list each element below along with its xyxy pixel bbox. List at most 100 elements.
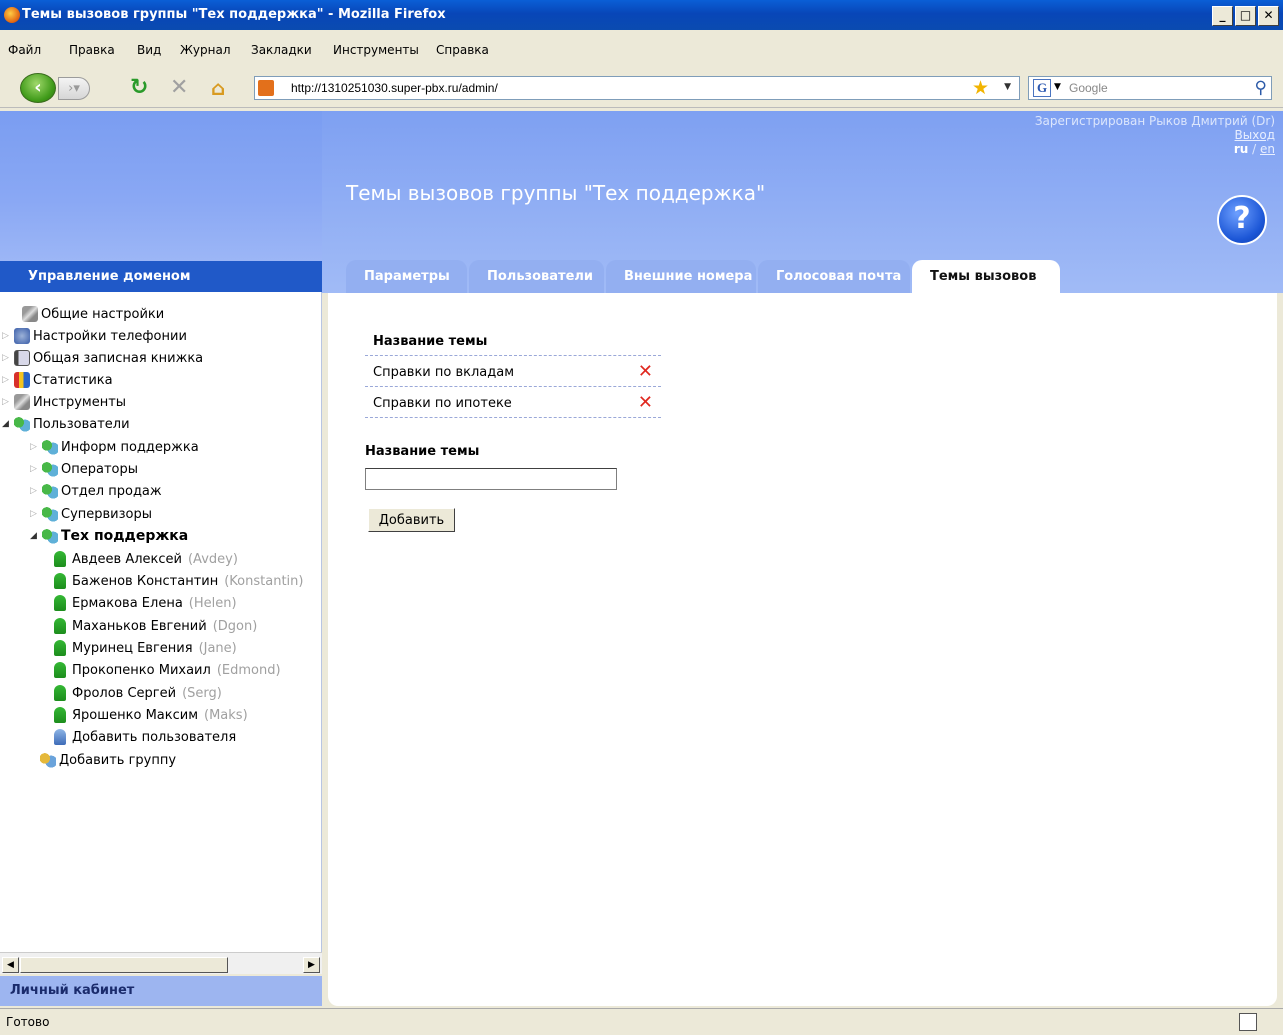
user-icon — [54, 573, 66, 589]
bookmark-star-icon[interactable]: ★ — [972, 77, 989, 99]
menu-edit[interactable]: Правка — [69, 43, 115, 57]
sidebar-tree: Общие настройки ▷ Настройки телефонии ▷ Об… — [0, 292, 322, 952]
collapse-arrow-icon[interactable]: ◢ — [2, 419, 12, 429]
lang-separator: / — [1252, 142, 1257, 156]
status-text: Готово — [6, 1015, 50, 1029]
table-row: Справки по вкладам ✕ — [365, 356, 661, 387]
site-favicon-icon — [258, 80, 274, 96]
expand-arrow-icon[interactable]: ▷ — [2, 375, 12, 385]
google-engine-icon[interactable]: G — [1033, 79, 1051, 97]
tree-user-item[interactable]: Ярошенко Максим (Maks) — [52, 707, 248, 723]
group-icon — [42, 439, 58, 455]
collapse-arrow-icon[interactable]: ◢ — [30, 531, 40, 541]
expand-arrow-icon[interactable]: ▷ — [2, 397, 12, 407]
topic-name: Справки по вкладам — [373, 365, 515, 380]
lang-ru-link[interactable]: ru — [1234, 142, 1248, 156]
user-icon — [54, 662, 66, 678]
status-edit-icon[interactable] — [1239, 1013, 1257, 1031]
expand-arrow-icon[interactable]: ▷ — [30, 464, 40, 474]
user-icon — [54, 640, 66, 656]
tree-item-group-supervisors[interactable]: ▷ Супервизоры — [30, 506, 152, 522]
tree-item-statistics[interactable]: ▷ Статистика — [2, 372, 113, 388]
menu-tools[interactable]: Инструменты — [333, 43, 419, 57]
logout-link[interactable]: Выход — [1235, 128, 1275, 142]
tab-call-topics[interactable]: Темы вызовов — [912, 260, 1060, 293]
menu-file[interactable]: Файл — [8, 43, 41, 57]
window-title: Темы вызовов группы "Тех поддержка" - Mo… — [22, 7, 446, 22]
maximize-button[interactable]: □ — [1235, 6, 1256, 26]
help-icon[interactable]: ? — [1217, 195, 1267, 245]
tree-user-item[interactable]: Прокопенко Михаил (Edmond) — [52, 662, 281, 678]
url-dropdown-icon[interactable]: ▼ — [1004, 82, 1011, 92]
tree-item-tools[interactable]: ▷ Инструменты — [2, 394, 126, 410]
tree-user-item[interactable]: Авдеев Алексей (Avdey) — [52, 551, 238, 567]
close-window-button[interactable]: ✕ — [1258, 6, 1279, 26]
menu-history[interactable]: Журнал — [180, 43, 231, 57]
reload-icon[interactable]: ↻ — [130, 76, 148, 100]
tree-user-item[interactable]: Ермакова Елена (Helen) — [52, 595, 237, 611]
search-magnifier-icon[interactable]: ⚲ — [1255, 78, 1267, 98]
tree-item-general-settings[interactable]: Общие настройки — [22, 306, 164, 322]
search-box[interactable]: G ▼ Google ⚲ — [1028, 76, 1272, 100]
scroll-left-button[interactable]: ◀ — [2, 957, 19, 973]
back-button[interactable]: ‹ — [20, 73, 56, 103]
topics-table: Название темы Справки по вкладам ✕ Справ… — [365, 325, 661, 418]
user-icon — [54, 551, 66, 567]
search-placeholder: Google — [1069, 81, 1108, 95]
lang-en-link[interactable]: en — [1260, 142, 1275, 156]
expand-arrow-icon[interactable]: ▷ — [2, 331, 12, 341]
scroll-thumb[interactable] — [20, 957, 228, 973]
group-icon — [42, 506, 58, 522]
home-icon[interactable]: ⌂ — [211, 76, 225, 100]
tree-item-address-book[interactable]: ▷ Общая записная книжка — [2, 350, 203, 366]
url-bar[interactable]: http://1310251030.super-pbx.ru/admin/ ★ … — [254, 76, 1020, 100]
tree-user-item[interactable]: Фролов Сергей (Serg) — [52, 685, 222, 701]
search-engine-dropdown-icon[interactable]: ▼ — [1054, 82, 1061, 92]
add-topic-button[interactable]: Добавить — [368, 508, 455, 532]
delete-icon[interactable]: ✕ — [638, 361, 653, 382]
tree-item-group-tech-support[interactable]: ◢ Тех поддержка — [30, 528, 188, 544]
scroll-right-button[interactable]: ▶ — [303, 957, 320, 973]
tab-users[interactable]: Пользователи — [469, 260, 604, 293]
tab-voicemail[interactable]: Голосовая почта — [758, 260, 910, 293]
minimize-button[interactable]: _ — [1212, 6, 1233, 26]
group-icon — [42, 461, 58, 477]
tree-item-group-operators[interactable]: ▷ Операторы — [30, 461, 138, 477]
address-book-icon — [14, 350, 30, 366]
tree-user-item[interactable]: Муринец Евгения (Jane) — [52, 640, 237, 656]
personal-cabinet-link[interactable]: Личный кабинет — [0, 976, 322, 1006]
tree-item-telephony-settings[interactable]: ▷ Настройки телефонии — [2, 328, 187, 344]
topics-column-header: Название темы — [365, 325, 661, 356]
expand-arrow-icon[interactable]: ▷ — [30, 442, 40, 452]
menu-view[interactable]: Вид — [137, 43, 161, 57]
tab-external-numbers[interactable]: Внешние номера — [606, 260, 756, 293]
sidebar-horizontal-scrollbar[interactable]: ◀ ▶ — [0, 952, 322, 974]
expand-arrow-icon[interactable]: ▷ — [30, 509, 40, 519]
tab-parameters[interactable]: Параметры — [346, 260, 467, 293]
topic-name-label: Название темы — [365, 444, 480, 459]
user-icon — [54, 685, 66, 701]
tools-icon — [14, 394, 30, 410]
add-group-link[interactable]: Добавить группу — [40, 752, 176, 768]
phone-icon — [14, 328, 30, 344]
delete-icon[interactable]: ✕ — [638, 392, 653, 413]
add-user-link[interactable]: Добавить пользователя — [52, 729, 236, 745]
tree-item-group-sales[interactable]: ▷ Отдел продаж — [30, 483, 162, 499]
menu-bookmarks[interactable]: Закладки — [251, 43, 312, 57]
user-icon — [54, 595, 66, 611]
tree-item-group-inform-support[interactable]: ▷ Информ поддержка — [30, 439, 199, 455]
users-icon — [14, 416, 30, 432]
topic-name-input[interactable] — [365, 468, 617, 490]
status-bar: Готово — [0, 1008, 1283, 1035]
tree-user-item[interactable]: Маханьков Евгений (Dgon) — [52, 618, 257, 634]
group-icon — [42, 528, 58, 544]
tree-item-users[interactable]: ◢ Пользователи — [2, 416, 130, 432]
navigation-toolbar: ‹ ›▾ ↻ ✕ ⌂ http://1310251030.super-pbx.r… — [0, 66, 1283, 108]
menu-help[interactable]: Справка — [436, 43, 489, 57]
forward-button[interactable]: ›▾ — [58, 77, 90, 100]
stop-icon[interactable]: ✕ — [170, 76, 188, 100]
expand-arrow-icon[interactable]: ▷ — [2, 353, 12, 363]
tree-user-item[interactable]: Баженов Константин (Konstantin) — [52, 573, 303, 589]
firefox-logo-icon — [4, 7, 20, 23]
expand-arrow-icon[interactable]: ▷ — [30, 486, 40, 496]
